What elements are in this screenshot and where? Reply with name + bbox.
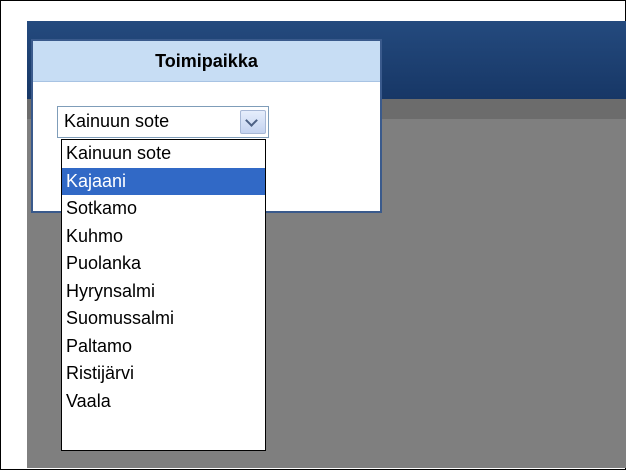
dropdown-option[interactable]: Kuhmo — [62, 223, 265, 251]
dropdown-option[interactable]: Kainuun sote — [62, 140, 265, 168]
dropdown-option-highlighted[interactable]: Kajaani — [62, 167, 265, 195]
dropdown-option[interactable]: Sotkamo — [62, 195, 265, 223]
dropdown-option[interactable]: Ristijärvi — [62, 360, 265, 388]
dropdown-option[interactable]: Paltamo — [62, 333, 265, 361]
dropdown-option[interactable]: Vaala — [62, 388, 265, 416]
dropdown-option[interactable]: Suomussalmi — [62, 305, 265, 333]
dialog-title: Toimipaikka — [33, 41, 380, 82]
dropdown-option[interactable]: Puolanka — [62, 250, 265, 278]
chevron-down-icon[interactable] — [240, 110, 266, 134]
location-dropdown-list: Kainuun sote Kajaani Sotkamo Kuhmo Puola… — [61, 139, 266, 451]
location-select[interactable]: Kainuun sote — [57, 106, 269, 138]
screenshot-frame: Toimipaikka Kainuun sote Kainuun sote Ka… — [0, 0, 626, 470]
dropdown-option[interactable]: Hyrynsalmi — [62, 278, 265, 306]
location-select-value: Kainuun sote — [64, 111, 170, 131]
